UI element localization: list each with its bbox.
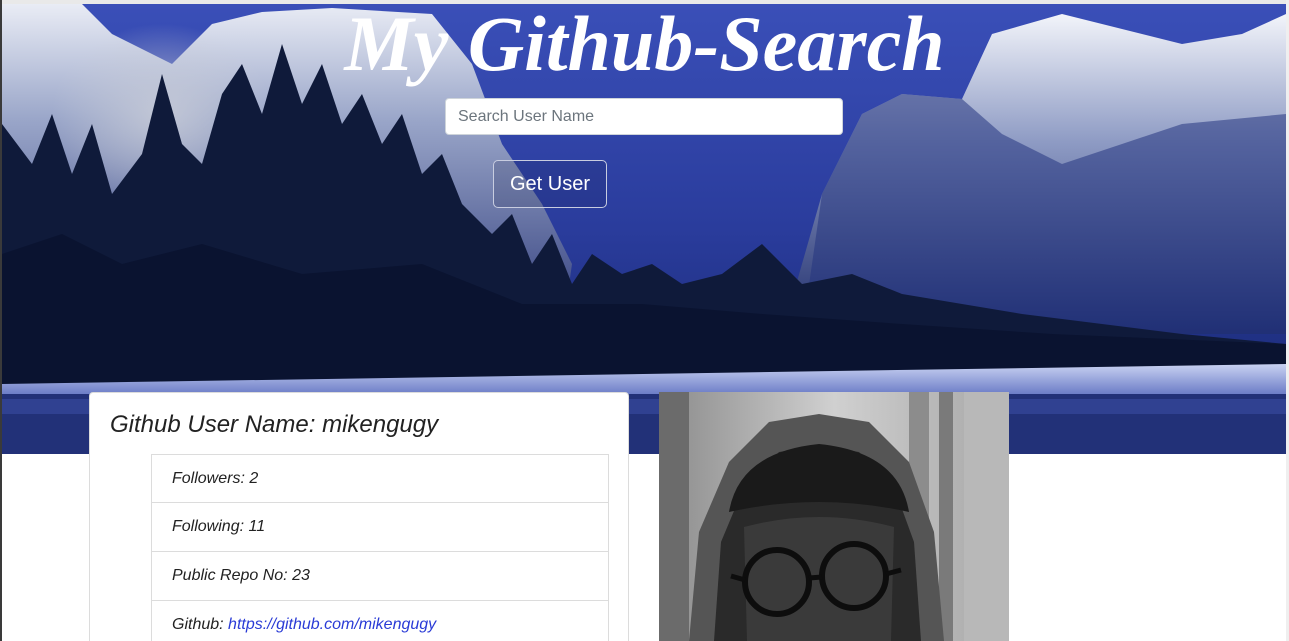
public-repos-label: Public Repo No: (172, 567, 288, 584)
github-profile-link[interactable]: https://github.com/mikengugy (228, 616, 436, 633)
list-item-following: Following: 11 (151, 503, 609, 552)
left-edge (0, 0, 2, 641)
user-info-card: Github User Name: mikengugy Followers: 2… (89, 392, 629, 641)
username-heading: Github User Name: mikengugy (110, 411, 438, 439)
avatar-image (659, 392, 1009, 641)
page: My Github-Search Get User Github User Na… (0, 0, 1289, 641)
list-item-github: Github: https://github.com/mikengugy (151, 601, 609, 641)
user-avatar-photo (659, 392, 1009, 641)
followers-label: Followers: (172, 470, 245, 487)
get-user-button[interactable]: Get User (493, 160, 607, 208)
page-title: My Github-Search (344, 0, 945, 87)
followers-value: 2 (249, 470, 259, 487)
user-stats-list: Followers: 2 Following: 11 Public Repo N… (151, 454, 609, 641)
following-value: 11 (248, 518, 266, 535)
username-value: mikengugy (322, 411, 439, 438)
following-label: Following: (172, 518, 245, 535)
search-input[interactable] (445, 98, 843, 135)
list-item-followers: Followers: 2 (151, 454, 609, 503)
username-label: Github User Name: (110, 411, 316, 438)
list-item-public-repos: Public Repo No: 23 (151, 552, 609, 601)
public-repos-value: 23 (292, 567, 310, 584)
github-label: Github: (172, 616, 224, 633)
